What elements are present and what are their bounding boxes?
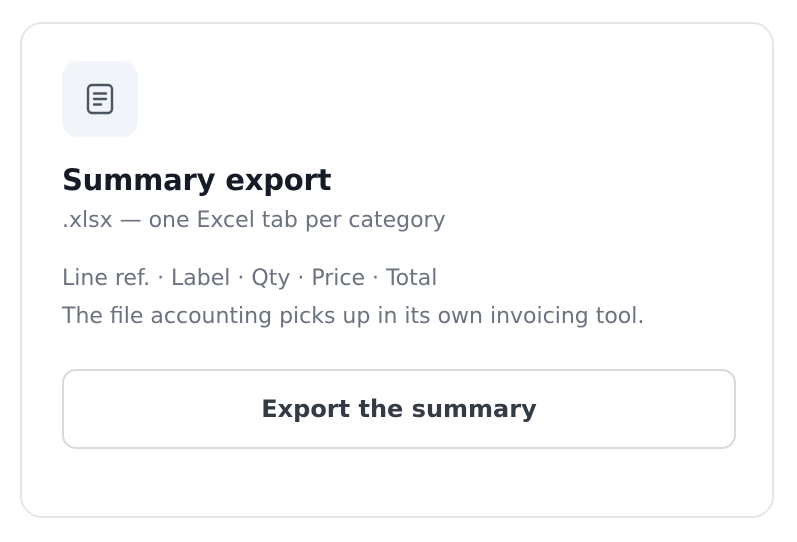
summary-export-card: Summary export .xlsx — one Excel tab per… [20,22,774,518]
document-icon [86,83,114,115]
file-format-subtitle: .xlsx — one Excel tab per category [62,208,446,233]
icon-tile [62,61,138,137]
export-summary-button[interactable]: Export the summary [62,369,736,449]
card-title: Summary export [62,163,332,197]
card-description: The file accounting picks up in its own … [62,304,645,329]
column-list: Line ref. · Label · Qty · Price · Total [62,266,438,291]
